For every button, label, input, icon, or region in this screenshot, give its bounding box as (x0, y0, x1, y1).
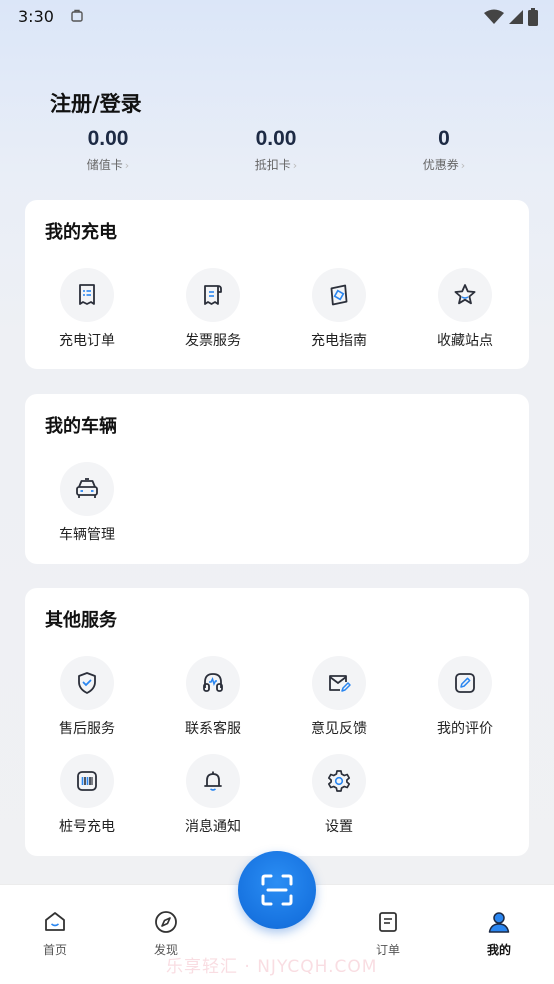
compass-icon (330, 284, 348, 306)
contact-support-label: 联系客服 (185, 721, 241, 737)
charging-guide-label: 充电指南 (311, 333, 367, 349)
discover-icon (155, 911, 177, 933)
deduction-card-stat[interactable]: 0.00 抵扣卡 › (216, 126, 336, 173)
notifications-label: 消息通知 (185, 819, 241, 835)
feedback-label: 意见反馈 (311, 721, 367, 737)
shield-check-icon (78, 672, 96, 694)
star-icon (454, 284, 476, 305)
invoice-icon (204, 285, 222, 305)
nav-home[interactable]: 首页 (20, 909, 90, 958)
headset-icon (203, 673, 223, 692)
charging-orders-label: 充电订单 (59, 333, 115, 349)
nav-orders[interactable]: 订单 (353, 909, 423, 958)
pile-number-charging-label: 桩号充电 (59, 819, 115, 835)
my-vehicle-title: 我的车辆 (45, 416, 117, 437)
invoice-service-label: 发票服务 (185, 333, 241, 349)
home-icon (45, 912, 65, 931)
car-icon (76, 478, 98, 498)
chevron-right-icon: › (124, 159, 130, 172)
chevron-right-icon: › (460, 159, 466, 172)
notifications-item[interactable]: 消息通知 (163, 754, 263, 836)
coupon-count: 0 (438, 127, 450, 150)
chevron-right-icon: › (292, 159, 298, 172)
status-bar: 3:30 (0, 0, 554, 32)
my-reviews-label: 我的评价 (437, 721, 493, 737)
nav-profile[interactable]: 我的 (464, 909, 534, 958)
pile-number-charging-item[interactable]: 桩号充电 (37, 754, 137, 836)
receipt-icon (79, 284, 95, 305)
contact-support-item[interactable]: 联系客服 (163, 656, 263, 738)
charging-guide-item[interactable]: 充电指南 (289, 268, 389, 350)
bell-icon (204, 771, 222, 791)
login-register-link[interactable]: 注册/登录 (50, 88, 142, 118)
my-reviews-item[interactable]: 我的评价 (415, 656, 515, 738)
other-services-title: 其他服务 (45, 610, 117, 631)
vehicle-management-item[interactable]: 车辆管理 (37, 462, 137, 544)
favorite-stations-item[interactable]: 收藏站点 (415, 268, 515, 350)
coupon-stat[interactable]: 0 优惠券 › (384, 126, 504, 173)
settings-item[interactable]: 设置 (289, 754, 389, 836)
vehicle-management-label: 车辆管理 (59, 527, 115, 543)
charging-orders-item[interactable]: 充电订单 (37, 268, 137, 350)
nav-discover[interactable]: 发现 (131, 909, 201, 958)
invoice-service-item[interactable]: 发票服务 (163, 268, 263, 350)
signal-icon (509, 10, 523, 24)
settings-label: 设置 (325, 819, 353, 835)
deduction-label: 抵扣卡 (254, 158, 291, 172)
gear-icon (327, 770, 351, 792)
stored-value-amount: 0.00 (87, 127, 129, 150)
mail-edit-icon (329, 675, 351, 692)
clipboard-icon (71, 9, 83, 22)
scan-button[interactable] (238, 851, 316, 929)
other-services-card: 其他服务 售后服务 联系客服 意见反馈 我的评价 桩号充电 消息通知 设置 (25, 588, 529, 856)
stored-value-label: 储值卡 (86, 158, 123, 172)
stored-value-card-stat[interactable]: 0.00 储值卡 › (48, 126, 168, 173)
order-icon (379, 912, 397, 932)
wifi-icon (484, 9, 504, 24)
favorite-stations-label: 收藏站点 (437, 333, 493, 349)
my-charging-title: 我的充电 (45, 222, 117, 243)
wallet-stats: 0.00 储值卡 › 0.00 抵扣卡 › 0 优惠券 › (24, 126, 530, 176)
after-sales-item[interactable]: 售后服务 (37, 656, 137, 738)
edit-icon (455, 673, 475, 693)
nav-home-label: 首页 (42, 943, 67, 957)
my-vehicle-card: 我的车辆 车辆管理 (25, 394, 529, 564)
deduction-amount: 0.00 (255, 127, 297, 150)
battery-icon (528, 8, 538, 26)
feedback-item[interactable]: 意见反馈 (289, 656, 389, 738)
nav-profile-label: 我的 (486, 943, 511, 957)
after-sales-label: 售后服务 (59, 721, 115, 737)
status-time: 3:30 (18, 6, 54, 26)
watermark: 乐享轻汇 · NJYCQH.COM (166, 957, 378, 977)
profile-icon (488, 912, 510, 933)
my-charging-card: 我的充电 充电订单 发票服务 充电指南 收藏站点 (25, 200, 529, 369)
coupon-label: 优惠券 (422, 158, 459, 172)
scan-icon (261, 874, 293, 906)
barcode-icon (77, 771, 97, 791)
